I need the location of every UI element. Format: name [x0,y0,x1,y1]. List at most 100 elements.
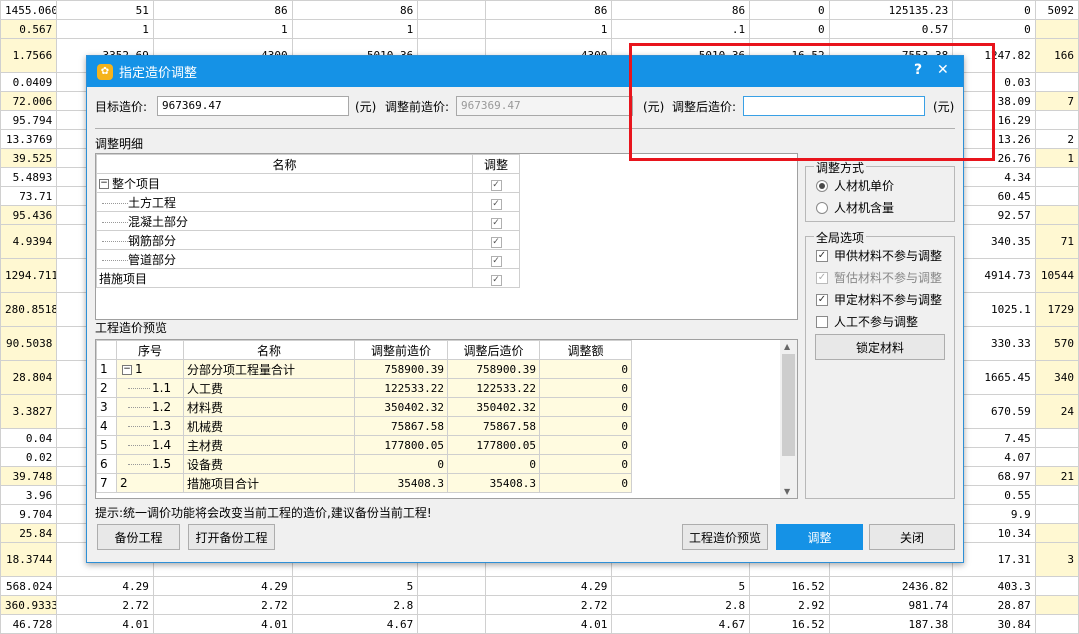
preview-value: 4 [100,419,108,433]
price-preview-button[interactable]: 工程造价预览 [682,524,768,550]
scroll-up-icon[interactable]: ▲ [784,342,790,351]
detail-name: 土方工程 [128,195,177,210]
mode-option-unit-price[interactable]: 人材机单价 [816,177,894,194]
option-owner-specified-excluded[interactable]: ✓ 甲定材料不参与调整 [816,291,942,308]
preview-cell-diff: 0 [539,416,632,436]
app-logo-icon: ✿ [97,63,113,80]
detail-name-cell: 管道部分 [96,249,473,269]
detail-name: 措施项目 [99,271,148,286]
sheet-cell: 3 [1034,542,1079,577]
sheet-cell: 7.45 [952,428,1036,448]
mode-option-content[interactable]: 人材机含量 [816,199,894,216]
sheet-cell: 2 [1034,129,1079,149]
preview-value: 设备费 [187,457,224,472]
open-backup-button[interactable]: 打开备份工程 [188,524,275,550]
radio-selected-icon [816,179,828,192]
checkbox-checked-icon[interactable]: ✓ [490,179,502,191]
scrollbar-thumb[interactable] [782,354,795,456]
detail-row[interactable]: 措施项目 ✓ [96,268,520,288]
sheet-cell: 10.34 [952,523,1036,543]
detail-row[interactable]: − 整个项目 ✓ [96,173,520,193]
collapse-icon[interactable]: − [122,364,132,375]
sheet-cell: 0.0409 [0,72,58,92]
option-provisional-excluded: ✓ 暂估材料不参与调整 [816,271,943,285]
preview-row[interactable]: 5 1.4 主材费 177800.05 177800.05 0 [96,435,632,455]
detail-name: 整个项目 [112,176,161,191]
highlight-annotation-box [629,43,995,161]
adjust-button[interactable]: 调整 [776,524,863,550]
preview-row[interactable]: 3 1.2 材料费 350402.32 350402.32 0 [96,397,632,417]
preview-value: 0 [621,457,628,471]
sheet-cell: 7 [1034,91,1079,111]
scroll-down-icon[interactable]: ▼ [784,487,790,496]
sheet-cell: 125135.23 [828,0,954,20]
collapse-icon[interactable]: − [99,179,109,189]
preview-scrollbar[interactable]: ▲ ▼ [780,340,797,498]
detail-row[interactable]: 管道部分 ✓ [96,249,520,269]
detail-row[interactable]: 土方工程 ✓ [96,192,520,212]
sheet-cell: 17.31 [952,542,1036,577]
target-price-input[interactable]: 967369.47 [157,96,349,116]
preview-cell-after: 0 [447,454,540,474]
preview-value: 350402.32 [476,400,536,414]
preview-cell-after: 758900.39 [447,359,540,379]
backup-project-button[interactable]: 备份工程 [97,524,180,550]
preview-row[interactable]: 7 2 措施项目合计 35408.3 35408.3 0 [96,473,632,493]
sheet-cell: 1 [152,19,293,39]
checkbox-checked-icon[interactable]: ✓ [490,217,502,229]
sheet-cell [417,576,486,596]
close-button[interactable]: 关闭 [869,524,955,550]
target-unit-label: (元) [355,100,377,114]
sheet-cell: 2.92 [749,595,830,615]
preview-row[interactable]: 4 1.3 机械费 75867.58 75867.58 0 [96,416,632,436]
sheet-cell: 86 [152,0,293,20]
dialog-title: 指定造价调整 [119,66,198,81]
preview-value: 分部分项工程量合计 [187,362,296,377]
sheet-cell: 403.3 [952,576,1036,596]
sheet-cell: 95.794 [0,110,58,130]
preview-cell-diff: 0 [539,397,632,417]
preview-value: 6 [100,457,108,471]
checkbox-checked-icon[interactable]: ✓ [490,255,502,267]
sheet-cell: 9.704 [0,504,58,524]
checkbox-checked-icon[interactable]: ✓ [490,274,502,286]
preview-value: 主材费 [187,438,224,453]
global-options-group: 全局选项 ✓ 甲供材料不参与调整 ✓ 暂估材料不参与调整 ✓ 甲定材料不参与调整 人工… [805,229,955,499]
sheet-cell: 570 [1034,326,1079,361]
sheet-cell: 16.52 [749,614,830,634]
sheet-cell: 4.34 [952,167,1036,187]
detail-row[interactable]: 混凝土部分 ✓ [96,211,520,231]
preview-value: 0 [621,381,628,395]
preview-cell-seq: 2 [116,473,184,493]
sheet-cell: 1665.45 [952,360,1036,395]
detail-row[interactable]: 钢筋部分 ✓ [96,230,520,250]
sheet-cell: 2.72 [56,595,154,615]
sheet-cell: 0 [952,19,1036,39]
preview-value: 122533.22 [476,381,536,395]
adjust-mode-label: 调整方式 [814,159,867,176]
preview-cell-idx: 4 [96,416,117,436]
sheet-cell: 187.38 [828,614,954,634]
preview-cell-after: 122533.22 [447,378,540,398]
preview-row[interactable]: 1−1 分部分项工程量合计 758900.39 758900.39 0 [96,359,632,379]
sheet-cell: 39.748 [0,466,58,486]
sheet-cell: 2.72 [484,595,613,615]
detail-table: 名称 调整 − 整个项目 ✓ 土方工程 ✓ 混凝土部分 ✓ 钢筋部分 ✓ 管道部分 ✓ 措施项目… [96,154,520,288]
preview-row[interactable]: 2 1.1 人工费 122533.22 122533.22 0 [96,378,632,398]
preview-value: 177800.05 [384,438,444,452]
option-owner-supplied-excluded[interactable]: ✓ 甲供材料不参与调整 [816,247,942,264]
lock-material-button[interactable]: 锁定材料 [815,334,945,360]
preview-value: 0 [621,419,628,433]
sheet-row: 568.024 4.29 4.29 5 4.29 5 16.52 2436.82 403.3 [0,576,1079,596]
option-labor-excluded[interactable]: 人工不参与调整 [816,313,918,330]
sheet-cell: 166 [1034,38,1079,73]
sheet-cell: 51 [56,0,154,20]
preview-row[interactable]: 6 1.5 设备费 0 0 0 [96,454,632,474]
checkbox-checked-icon[interactable]: ✓ [490,236,502,248]
detail-adjust-cell: ✓ [472,192,520,212]
sheet-cell: 71 [1034,224,1079,259]
tree-line [128,426,150,427]
sheet-cell: 4914.73 [952,258,1036,293]
checkbox-checked-icon[interactable]: ✓ [490,198,502,210]
checkbox-checked-icon: ✓ [816,249,828,262]
